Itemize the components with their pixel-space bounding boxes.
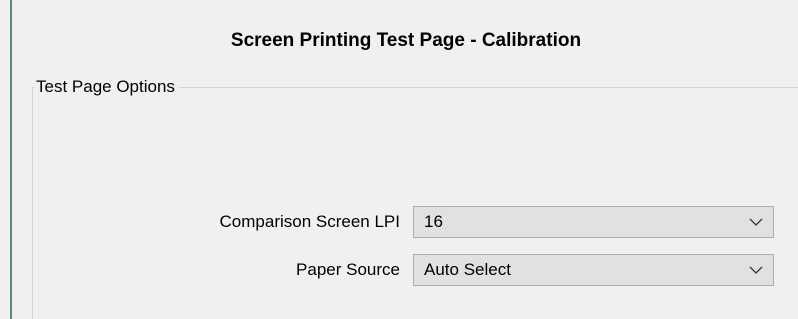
comparison-screen-lpi-value: 16 [424,212,443,231]
comparison-screen-lpi-dropdown[interactable]: 16 [413,206,774,238]
test-page-options-legend: Test Page Options [34,76,179,98]
chevron-down-icon [749,266,763,274]
chevron-down-icon [749,218,763,226]
dialog-title: Screen Printing Test Page - Calibration [230,30,582,51]
comparison-screen-lpi-label: Comparison Screen LPI [219,212,400,231]
paper-source-label: Paper Source [296,260,400,279]
paper-source-dropdown[interactable]: Auto Select [413,254,774,286]
paper-source-value: Auto Select [424,260,511,279]
